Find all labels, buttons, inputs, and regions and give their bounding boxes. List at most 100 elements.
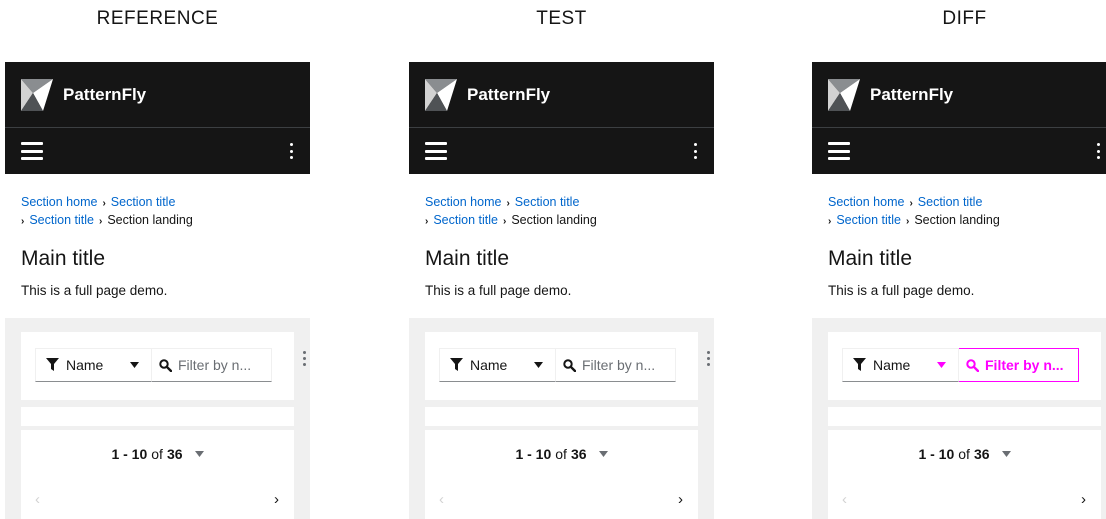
breadcrumb-link-section-home[interactable]: Section home bbox=[425, 195, 501, 209]
filter-group: Name Filter by n... bbox=[35, 348, 272, 382]
chevron-right-icon: › bbox=[102, 198, 106, 209]
brand-name[interactable]: PatternFly bbox=[63, 85, 146, 105]
masthead: PatternFly bbox=[812, 62, 1106, 174]
column-label: TEST bbox=[536, 8, 587, 29]
chevron-right-icon: › bbox=[506, 198, 510, 209]
caret-down-icon bbox=[598, 451, 608, 457]
masthead: PatternFly bbox=[5, 62, 310, 174]
filter-attribute-select[interactable]: Name bbox=[842, 348, 959, 382]
pagination-of: of bbox=[151, 446, 163, 462]
pagination-total: 36 bbox=[570, 446, 587, 462]
breadcrumb-current: Section landing bbox=[107, 213, 193, 227]
patternfly-logo-icon[interactable] bbox=[425, 78, 457, 111]
masthead-toolbar bbox=[409, 128, 714, 174]
pagination: 1 - 10 of 36 ‹ › bbox=[828, 430, 1101, 519]
pagination-options-toggle[interactable]: 1 - 10 of 36 bbox=[828, 446, 1101, 462]
breadcrumb-current: Section landing bbox=[914, 213, 1000, 227]
filter-search-input[interactable]: Filter by n... bbox=[152, 348, 272, 382]
previous-page-button[interactable]: ‹ bbox=[35, 491, 40, 508]
toolbar-kebab-icon[interactable] bbox=[707, 351, 710, 366]
masthead-toolbar bbox=[812, 128, 1106, 174]
masthead: PatternFly bbox=[409, 62, 714, 174]
page-section: Section home › Section title › Section titl… bbox=[5, 174, 310, 298]
toolbar-kebab-icon[interactable] bbox=[303, 351, 306, 366]
pagination-of: of bbox=[958, 446, 970, 462]
brand-name[interactable]: PatternFly bbox=[467, 85, 550, 105]
patternfly-logo-icon[interactable] bbox=[828, 78, 860, 111]
toolbar: Name Filter by n... bbox=[21, 332, 294, 400]
column-label: REFERENCE bbox=[96, 8, 219, 29]
next-page-button[interactable]: › bbox=[1081, 491, 1086, 508]
page-section: Section home › Section title › Section titl… bbox=[812, 174, 1106, 298]
brand-row: PatternFly bbox=[5, 62, 310, 128]
page-title: Main title bbox=[425, 247, 510, 270]
pagination-options-toggle[interactable]: 1 - 10 of 36 bbox=[21, 446, 294, 462]
masthead-kebab-icon[interactable] bbox=[288, 143, 294, 159]
page-panel: PatternFly Section home › Section title › S… bbox=[812, 62, 1106, 519]
chevron-right-icon: › bbox=[909, 198, 913, 209]
filter-search-input[interactable]: Filter by n... bbox=[959, 348, 1079, 382]
table-header-strip bbox=[21, 407, 294, 427]
caret-down-icon bbox=[194, 451, 204, 457]
toolbar: Name Filter by n... bbox=[828, 332, 1101, 400]
brand-row: PatternFly bbox=[812, 62, 1106, 128]
chevron-right-icon: › bbox=[502, 216, 507, 227]
breadcrumb-link-section-home[interactable]: Section home bbox=[828, 195, 904, 209]
chevron-right-icon: › bbox=[21, 216, 25, 227]
table-header-strip bbox=[828, 407, 1101, 427]
table-header-strip bbox=[425, 407, 698, 427]
filter-attribute-select[interactable]: Name bbox=[35, 348, 152, 382]
filter-group: Name Filter by n... bbox=[842, 348, 1079, 382]
next-page-button[interactable]: › bbox=[274, 491, 279, 508]
masthead-kebab-icon[interactable] bbox=[692, 143, 698, 159]
pagination-range: 1 - 10 bbox=[918, 446, 955, 462]
previous-page-button[interactable]: ‹ bbox=[439, 491, 444, 508]
page-description: This is a full page demo. bbox=[21, 283, 168, 298]
breadcrumb-link-section-title[interactable]: Section title bbox=[111, 195, 176, 209]
filter-search-input[interactable]: Filter by n... bbox=[556, 348, 676, 382]
breadcrumb-link-section-title-2[interactable]: Section title bbox=[836, 213, 901, 227]
page-title: Main title bbox=[828, 247, 913, 270]
breadcrumb-link-section-title-2[interactable]: Section title bbox=[433, 213, 498, 227]
caret-down-icon bbox=[534, 362, 543, 368]
pagination: 1 - 10 of 36 ‹ › bbox=[425, 430, 698, 519]
masthead-toolbar bbox=[5, 128, 310, 174]
filter-icon bbox=[46, 358, 59, 371]
filter-attribute-select[interactable]: Name bbox=[439, 348, 556, 382]
chevron-right-icon: › bbox=[828, 216, 832, 227]
pagination-options-toggle[interactable]: 1 - 10 of 36 bbox=[425, 446, 698, 462]
breadcrumb-link-section-title[interactable]: Section title bbox=[918, 195, 983, 209]
page-section: Section home › Section title › Section titl… bbox=[409, 174, 714, 298]
brand-row: PatternFly bbox=[409, 62, 714, 128]
content-area: Name Filter by n... 1 - 10 of 36 ‹ › bbox=[409, 318, 714, 519]
filter-attribute-label: Name bbox=[66, 357, 104, 373]
page-description: This is a full page demo. bbox=[425, 283, 572, 298]
page-title: Main title bbox=[21, 247, 106, 270]
pagination-total: 36 bbox=[166, 446, 183, 462]
breadcrumb-link-section-title[interactable]: Section title bbox=[515, 195, 580, 209]
breadcrumb-current: Section landing bbox=[511, 213, 597, 227]
brand-name[interactable]: PatternFly bbox=[870, 85, 953, 105]
previous-page-button[interactable]: ‹ bbox=[842, 491, 847, 508]
filter-group: Name Filter by n... bbox=[439, 348, 676, 382]
search-placeholder: Filter by n... bbox=[985, 357, 1064, 373]
search-icon bbox=[159, 358, 172, 372]
breadcrumb-link-section-title-2[interactable]: Section title bbox=[29, 213, 94, 227]
filter-attribute-label: Name bbox=[873, 357, 911, 373]
hamburger-menu-icon[interactable] bbox=[828, 142, 850, 160]
hamburger-menu-icon[interactable] bbox=[425, 142, 447, 160]
chevron-right-icon: › bbox=[425, 216, 429, 227]
search-icon bbox=[966, 358, 979, 372]
breadcrumb: Section home › Section title › Section titl… bbox=[828, 194, 1101, 230]
hamburger-menu-icon[interactable] bbox=[21, 142, 43, 160]
content-area: Name Filter by n... 1 - 10 of 36 ‹ › bbox=[5, 318, 310, 519]
patternfly-logo-icon[interactable] bbox=[21, 78, 53, 111]
filter-icon bbox=[450, 358, 463, 371]
breadcrumb: Section home › Section title › Section titl… bbox=[425, 194, 698, 230]
filter-attribute-label: Name bbox=[470, 357, 508, 373]
pagination-of: of bbox=[555, 446, 567, 462]
next-page-button[interactable]: › bbox=[678, 491, 683, 508]
breadcrumb-link-section-home[interactable]: Section home bbox=[21, 195, 97, 209]
caret-down-icon bbox=[130, 362, 139, 368]
masthead-kebab-icon[interactable] bbox=[1095, 143, 1101, 159]
